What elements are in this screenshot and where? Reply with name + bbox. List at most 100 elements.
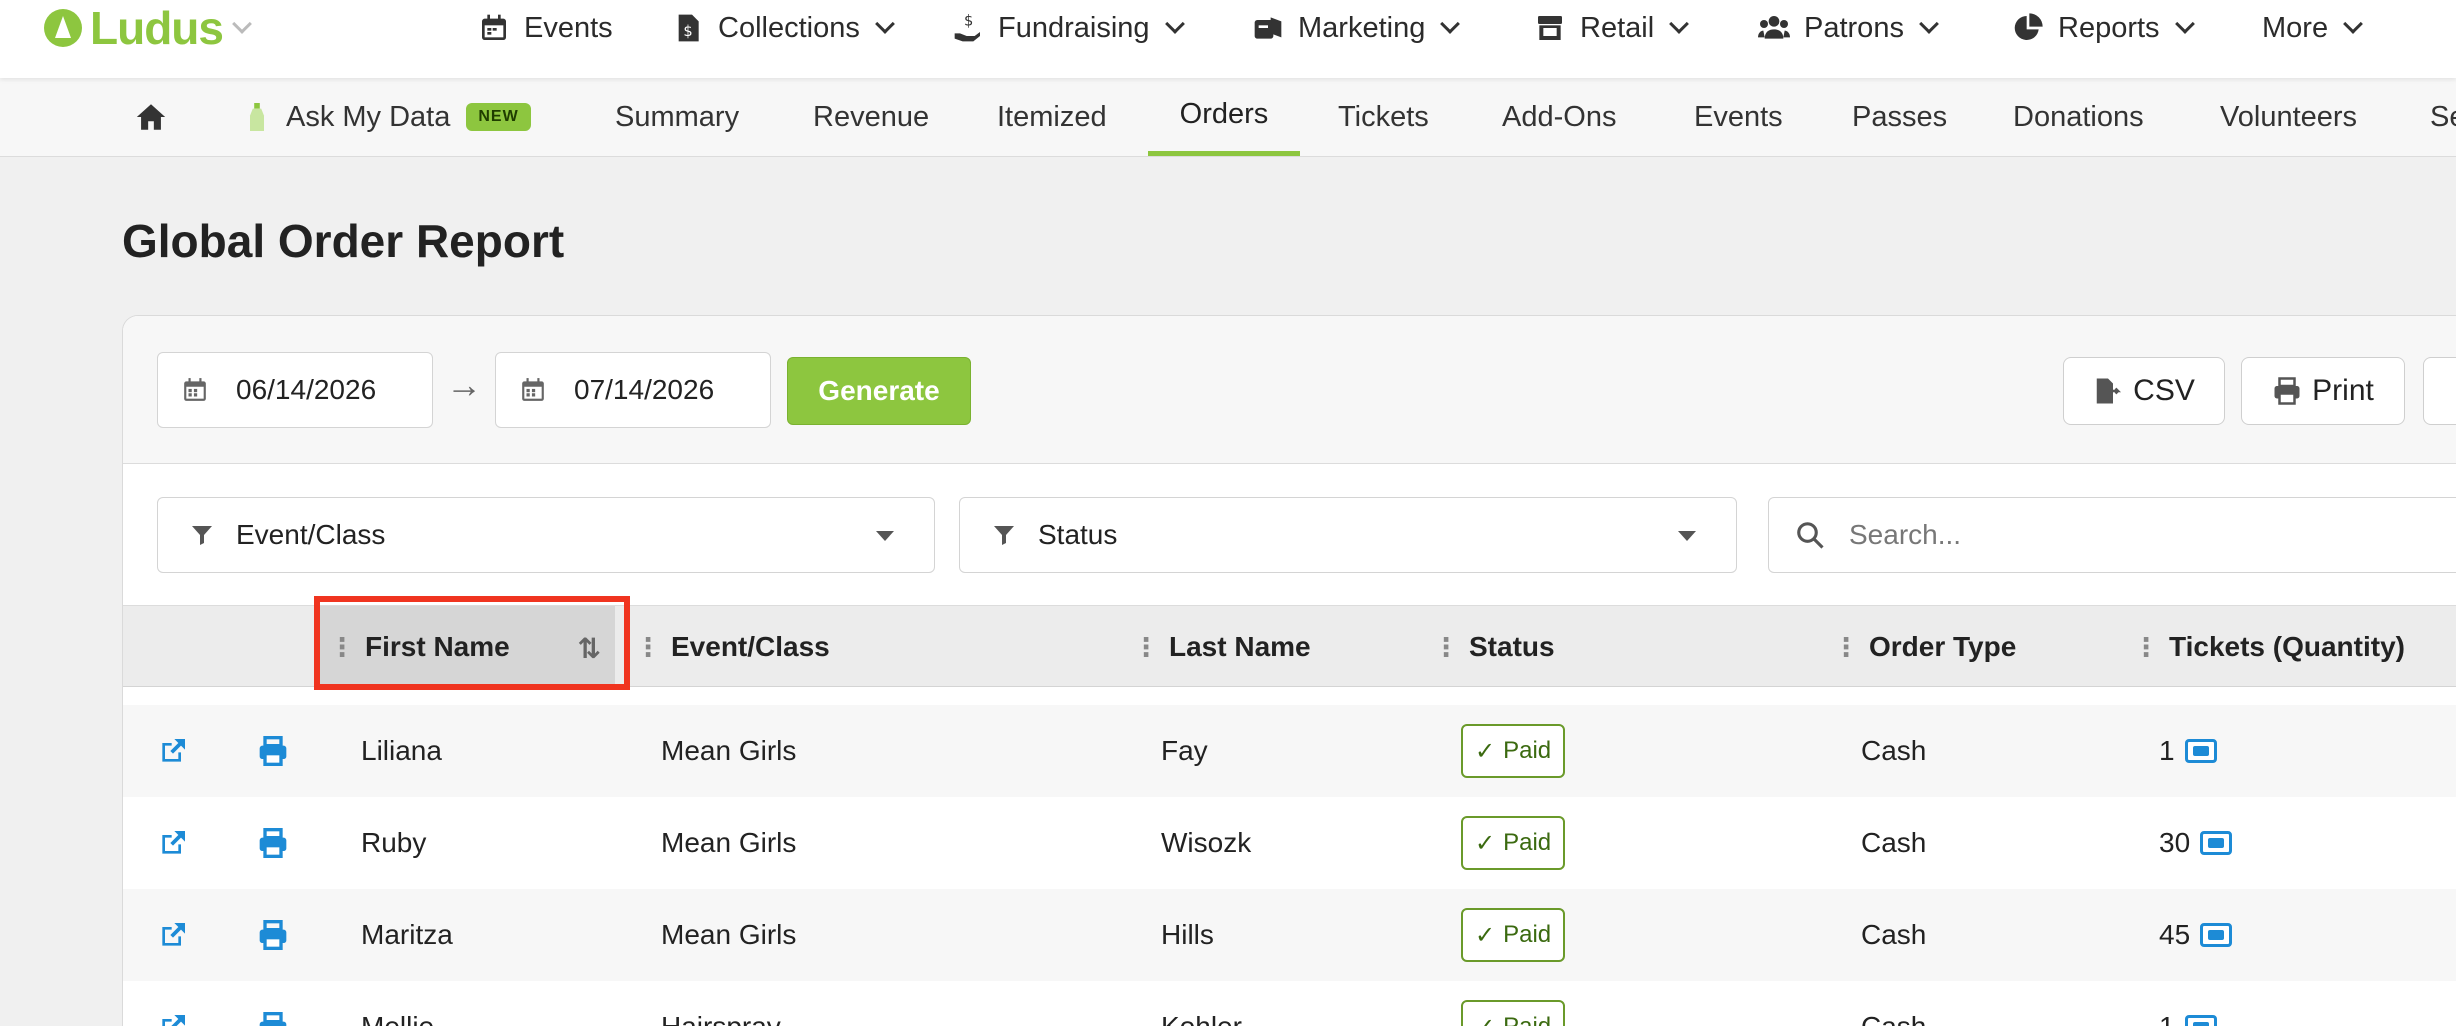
nav-reports[interactable]: Reports <box>2012 0 2195 56</box>
first-name-cell: Liliana <box>361 735 442 766</box>
nav-more-label: More <box>2262 11 2329 44</box>
check-icon: ✓ <box>1475 737 1496 765</box>
start-date-input[interactable]: 06/14/2026 <box>157 352 433 428</box>
last-name-cell: Wisozk <box>1161 827 1252 858</box>
table-row[interactable]: Mellie Hairspray Kohler ✓ Paid Cash 1 <box>123 981 2456 1026</box>
column-drag-handle-icon[interactable]: ⋮ <box>635 632 661 663</box>
tab-orders[interactable]: Orders <box>1148 78 1300 156</box>
printer-icon <box>259 1012 287 1026</box>
print-order-button[interactable] <box>257 981 289 1026</box>
column-label: Last Name <box>1169 631 1311 662</box>
tab-events[interactable]: Events <box>1694 78 1783 156</box>
table-row[interactable]: Liliana Mean Girls Fay ✓ Paid Cash 1 <box>123 705 2456 797</box>
tab-label: Volunteers <box>2220 100 2358 133</box>
tab-donations[interactable]: Donations <box>2013 78 2144 156</box>
tab-label: Events <box>1694 100 1783 133</box>
search-field[interactable] <box>1768 497 2456 573</box>
open-order-button[interactable] <box>157 705 189 797</box>
tab-add-ons[interactable]: Add-Ons <box>1502 78 1616 156</box>
column-label: Order Type <box>1869 631 2017 662</box>
nav-retail[interactable]: Retail <box>1534 0 1690 56</box>
ticket-icon <box>2184 1015 2217 1026</box>
column-drag-handle-icon[interactable]: ⋮ <box>1833 632 1859 663</box>
ask-my-data-label: Ask My Data <box>286 100 451 133</box>
column-drag-handle-icon[interactable]: ⋮ <box>2133 632 2159 663</box>
column-drag-handle-icon[interactable]: ⋮ <box>1133 632 1159 663</box>
tab-volunteers[interactable]: Volunteers <box>2220 78 2357 156</box>
tab-revenue[interactable]: Revenue <box>813 78 929 156</box>
nav-collections[interactable]: $ Collections <box>672 0 895 56</box>
column-header-event-class[interactable]: ⋮ Event/Class <box>635 606 830 688</box>
column-header-order-type[interactable]: ⋮ Order Type <box>1833 606 2016 688</box>
printer-icon <box>259 828 287 858</box>
nav-retail-label: Retail <box>1580 11 1655 44</box>
tab-itemized[interactable]: Itemized <box>997 78 1107 156</box>
search-input[interactable] <box>1849 519 2449 551</box>
open-order-button[interactable] <box>157 889 189 981</box>
calendar-icon <box>482 14 506 40</box>
ask-my-data-tab[interactable]: Ask My Data NEW <box>248 78 531 156</box>
last-name-cell: Fay <box>1161 735 1208 766</box>
print-order-button[interactable] <box>257 797 289 889</box>
more-options-button[interactable]: ⋮ <box>2423 357 2456 425</box>
status-badge: ✓ Paid <box>1461 908 1566 962</box>
event-class-cell: Mean Girls <box>661 919 797 950</box>
status-cell: ✓ Paid <box>1461 705 1566 797</box>
column-header-status[interactable]: ⋮ Status <box>1433 606 1555 688</box>
external-link-icon <box>162 831 185 854</box>
tab-label: Se <box>2430 100 2456 133</box>
tickets-cell: 1 <box>2159 981 2217 1026</box>
tab-passes[interactable]: Passes <box>1852 78 1947 156</box>
megaphone-icon <box>1254 17 1282 39</box>
status-text: Paid <box>1503 829 1552 856</box>
external-link-icon <box>162 739 185 762</box>
nav-patrons[interactable]: Patrons <box>1758 0 1939 56</box>
nav-fundraising[interactable]: $ Fundraising <box>952 0 1185 56</box>
nav-marketing[interactable]: Marketing <box>1252 0 1461 56</box>
tab-label: Revenue <box>813 100 930 133</box>
printer-icon <box>259 736 287 766</box>
status-cell: ✓ Paid <box>1461 797 1566 889</box>
csv-button[interactable]: CSV <box>2063 357 2225 425</box>
order-type-cell: Cash <box>1861 919 1927 950</box>
chevron-down-icon <box>2174 14 2195 34</box>
external-link-icon <box>162 923 185 946</box>
print-order-button[interactable] <box>257 705 289 797</box>
chevron-down-icon <box>1440 14 1461 34</box>
end-date-input[interactable]: 07/14/2026 <box>495 352 771 428</box>
table-row[interactable]: Ruby Mean Girls Wisozk ✓ Paid Cash 30 <box>123 797 2456 889</box>
nav-events[interactable]: Events <box>478 0 613 56</box>
chevron-down-icon <box>874 14 895 34</box>
tab-overflow[interactable]: Se <box>2430 78 2456 156</box>
store-icon <box>1538 16 1562 40</box>
open-order-button[interactable] <box>157 981 189 1026</box>
filter-icon <box>994 526 1014 545</box>
column-header-last-name[interactable]: ⋮ Last Name <box>1133 606 1311 688</box>
tab-summary[interactable]: Summary <box>615 78 739 156</box>
tab-label: Tickets <box>1338 100 1429 133</box>
print-button[interactable]: Print <box>2241 357 2405 425</box>
calendar-icon <box>184 378 206 401</box>
event-class-filter[interactable]: Event/Class <box>157 497 935 573</box>
print-label: Print <box>2312 374 2374 407</box>
ludus-logo-icon <box>44 9 82 47</box>
order-type-cell: Cash <box>1861 827 1927 858</box>
csv-label: CSV <box>2133 374 2195 407</box>
status-filter[interactable]: Status <box>959 497 1737 573</box>
column-drag-handle-icon[interactable]: ⋮ <box>1433 632 1459 663</box>
nav-reports-label: Reports <box>2058 11 2160 44</box>
tickets-cell: 45 <box>2159 889 2233 981</box>
table-row[interactable]: Maritza Mean Girls Hills ✓ Paid Cash 45 <box>123 889 2456 981</box>
event-class-cell: Mean Girls <box>661 735 797 766</box>
column-header-tickets[interactable]: ⋮ Tickets (Quantity) <box>2133 606 2405 688</box>
first-name-cell: Ruby <box>361 827 427 858</box>
generate-button[interactable]: Generate <box>787 357 971 425</box>
print-order-button[interactable] <box>257 889 289 981</box>
date-range-arrow: → <box>446 364 482 405</box>
open-order-button[interactable] <box>157 797 189 889</box>
home-tab[interactable] <box>134 78 168 156</box>
nav-more[interactable]: More <box>2262 0 2363 56</box>
ticket-quantity: 1 <box>2159 735 2175 766</box>
tab-tickets[interactable]: Tickets <box>1338 78 1429 156</box>
brand-logo[interactable]: Ludus <box>44 0 252 56</box>
